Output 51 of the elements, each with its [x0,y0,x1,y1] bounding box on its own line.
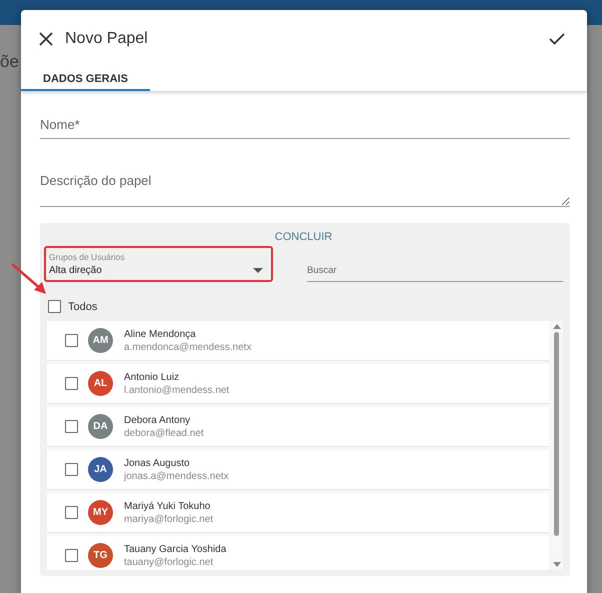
scroll-down-icon[interactable] [552,562,560,567]
close-icon [39,32,53,46]
user-row[interactable]: TG Tauany Garcia Yoshida tauany@forlogic.net [47,536,549,570]
dropdown-value: Alta direção [49,265,102,276]
user-email: a.mendonca@mendess.netx [124,340,252,354]
avatar: DA [88,414,113,439]
checkbox[interactable] [65,549,78,562]
avatar: MY [88,500,113,525]
user-row[interactable]: JA Jonas Augusto jonas.a@mendess.netx [47,450,549,490]
user-row[interactable]: MY Mariyá Yuki Tokuho mariya@forlogic.net [47,493,549,533]
user-email: mariya@forlogic.net [124,512,214,526]
select-all-label: Todos [68,300,98,312]
avatar: AL [88,371,113,396]
user-row[interactable]: AL Antonio Luiz l.antonio@mendess.net [47,364,549,404]
checkbox[interactable] [65,334,78,347]
description-field[interactable]: Descrição do papel [40,161,570,207]
search-field[interactable]: Buscar [307,261,563,282]
caret-icon [253,268,263,273]
tab[interactable]: DADOS GERAIS [21,68,150,91]
user-row[interactable]: DA Debora Antony debora@flead.net [47,407,549,447]
user-email: jonas.a@mendess.netx [124,470,229,482]
user-name: Antonio Luiz [124,370,180,384]
user-name: Tauany Garcia Yoshida [124,542,226,556]
dialog-title: Novo Papel [65,30,148,48]
confirm-button[interactable] [547,31,567,47]
checkbox[interactable] [65,506,78,519]
user-name: Debora Antony [124,414,192,426]
checkbox[interactable] [65,463,78,476]
user-row[interactable]: AM Aline Mendonça a.mendonca@mendess.netx [47,321,549,361]
close-button[interactable] [37,30,55,48]
name-field[interactable]: Nome* [40,109,570,139]
avatar: JA [88,457,113,482]
scroll-up-icon[interactable] [552,324,560,329]
avatar: TG [88,543,113,568]
user-name: Aline Mendonça [124,328,197,340]
checkmark-icon [549,33,565,45]
user-email: l.antonio@mendess.net [124,384,230,396]
user-name: Mariyá Yuki Tokuho [124,500,212,512]
conclude-button[interactable]: CONCLUIR [270,229,336,245]
checkbox[interactable] [65,420,78,433]
user-email: tauany@forlogic.net [124,556,214,568]
group-dropdown[interactable]: Grupos de Usuários Alta direção [44,246,273,282]
user-email: debora@flead.net [124,426,204,440]
scrollbar[interactable] [552,324,561,567]
page-title: õe [0,52,19,72]
checkbox[interactable] [48,300,61,313]
checkbox[interactable] [65,377,78,390]
user-name: Jonas Augusto [124,456,191,470]
arrow-annotation [10,262,48,296]
dropdown-label: Grupos de Usuários [49,252,126,262]
avatar: AM [88,328,113,353]
